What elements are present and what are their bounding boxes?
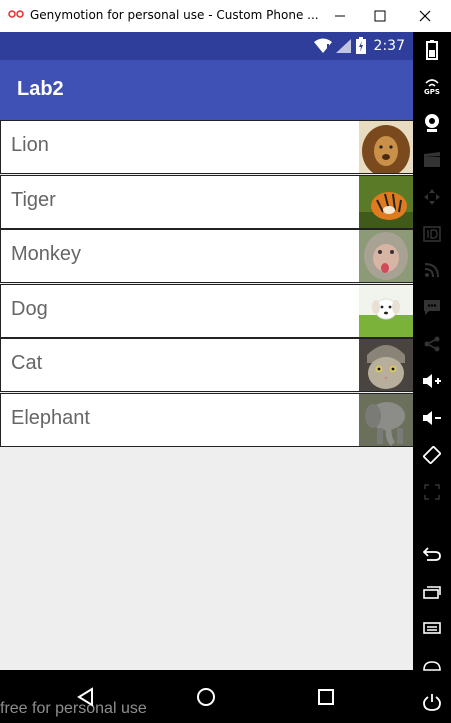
- list-item-lion[interactable]: Lion: [0, 120, 413, 174]
- minimize-icon: [335, 15, 345, 17]
- rotate-icon: [423, 446, 441, 464]
- battery-charging-icon: [355, 37, 366, 54]
- power-icon: [423, 694, 441, 711]
- elephant-image: [359, 393, 413, 446]
- wifi-icon: [313, 38, 332, 53]
- window-titlebar: Genymotion for personal use - Custom Pho…: [0, 0, 451, 32]
- rss-icon: [424, 263, 439, 278]
- list-item-label: Tiger: [11, 188, 56, 211]
- home-icon: [423, 661, 441, 671]
- menu-tool[interactable]: [417, 614, 447, 644]
- list-item-label: Cat: [11, 352, 43, 374]
- status-icons: 2:37: [313, 37, 405, 54]
- back-tool[interactable]: [417, 539, 447, 569]
- dpad-icon: [424, 189, 440, 205]
- volume-up-icon: [423, 374, 441, 388]
- webcam-tool[interactable]: [417, 108, 447, 138]
- back-arrow-icon: [423, 547, 441, 561]
- webcam-icon: [425, 114, 439, 132]
- sms-tool[interactable]: [417, 292, 447, 322]
- share-tool[interactable]: [417, 329, 447, 359]
- nav-recents-button[interactable]: [311, 682, 341, 712]
- tiger-image: [359, 175, 413, 228]
- id-card-icon: [423, 226, 441, 242]
- maximize-button[interactable]: [360, 0, 400, 32]
- recent-apps-tool[interactable]: [417, 577, 447, 607]
- nav-home-button[interactable]: [191, 682, 221, 712]
- battery-icon: [426, 40, 438, 60]
- app-bar: Lab2: [0, 60, 413, 120]
- gps-tool[interactable]: GPS: [417, 72, 447, 102]
- rotate-tool[interactable]: [417, 440, 447, 470]
- message-icon: [424, 300, 440, 315]
- identifiers-tool[interactable]: [417, 219, 447, 249]
- gps-signal-icon: [425, 79, 439, 87]
- cat-image: [359, 339, 413, 391]
- genymotion-side-toolbar: GPS: [413, 32, 451, 723]
- android-status-bar: 2:37: [0, 32, 413, 60]
- volume-up-tool[interactable]: [417, 366, 447, 396]
- pixel-perfect-icon: [424, 484, 440, 500]
- volume-down-tool[interactable]: [417, 403, 447, 433]
- pixel-perfect-tool[interactable]: [417, 477, 447, 507]
- list-item-dog[interactable]: Dog: [0, 283, 413, 338]
- list-item-tiger[interactable]: Tiger: [0, 174, 413, 229]
- status-clock: 2:37: [373, 37, 405, 54]
- list-item-elephant[interactable]: Elephant: [0, 392, 413, 447]
- phone-screen: 2:37 Lab2 Lion Tiger Monkey Dog Cat Elep…: [0, 32, 413, 670]
- remote-control-tool[interactable]: [417, 182, 447, 212]
- list-item-label: Elephant: [11, 406, 90, 429]
- genymotion-logo-icon: [8, 10, 24, 18]
- close-icon: [419, 10, 431, 22]
- recents-square-icon: [318, 689, 334, 705]
- dog-image: [359, 284, 413, 337]
- home-circle-icon: [197, 688, 215, 706]
- minimize-button[interactable]: [320, 0, 360, 32]
- list-item-monkey[interactable]: Monkey: [0, 229, 413, 283]
- network-tool[interactable]: [417, 255, 447, 285]
- watermark-text: free for personal use: [0, 700, 147, 717]
- clapperboard-icon: [424, 152, 440, 167]
- window-title: Genymotion for personal use - Custom Pho…: [30, 8, 319, 22]
- share-icon: [424, 336, 440, 352]
- maximize-icon: [374, 10, 386, 22]
- home-tool[interactable]: [417, 651, 447, 681]
- battery-tool[interactable]: [417, 35, 447, 65]
- recent-apps-icon: [423, 586, 441, 599]
- volume-down-icon: [423, 411, 441, 425]
- genymotion-window: Genymotion for personal use - Custom Pho…: [0, 0, 451, 723]
- app-title: Lab2: [17, 78, 64, 100]
- monkey-image: [359, 230, 413, 282]
- list-item-cat[interactable]: Cat: [0, 338, 413, 392]
- screencast-tool[interactable]: [417, 145, 447, 175]
- menu-icon: [423, 622, 441, 634]
- list-item-label: Lion: [11, 134, 49, 156]
- animal-list: Lion Tiger Monkey Dog Cat Elephant: [0, 120, 413, 447]
- signal-icon: [335, 38, 351, 53]
- lion-image: [359, 121, 413, 173]
- close-button[interactable]: [405, 0, 445, 32]
- list-item-label: Monkey: [11, 243, 82, 265]
- power-tool[interactable]: [417, 687, 447, 717]
- list-item-label: Dog: [11, 297, 48, 320]
- gps-label: GPS: [424, 88, 440, 96]
